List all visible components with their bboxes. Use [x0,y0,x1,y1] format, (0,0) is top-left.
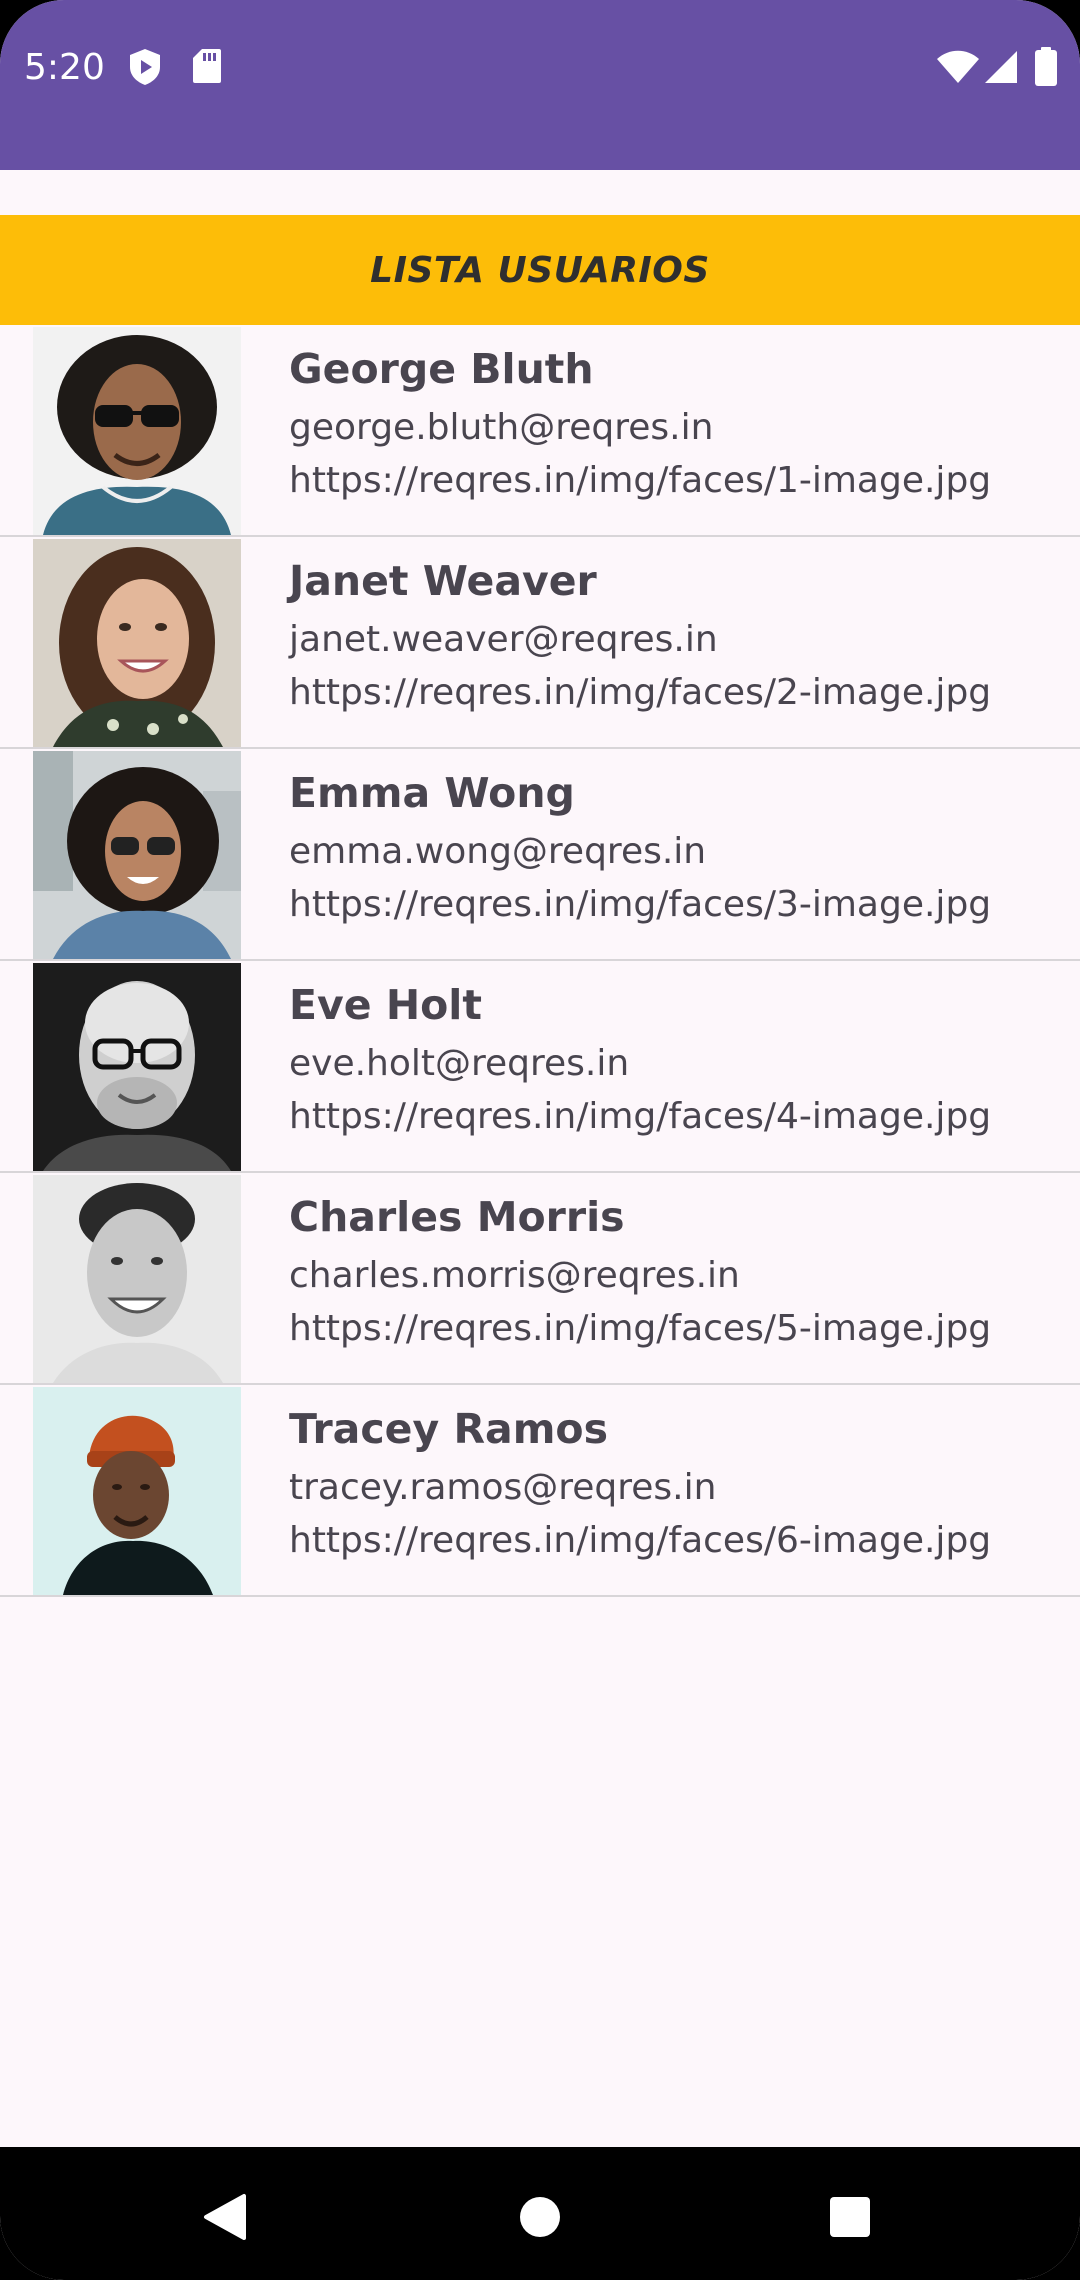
recents-icon[interactable] [810,2177,890,2257]
user-avatar-url: https://reqres.in/img/faces/4-image.jpg [289,1096,992,1137]
battery-icon [1034,47,1058,87]
back-icon[interactable] [185,2177,265,2257]
navigation-bar [0,2147,1080,2280]
user-avatar-url: https://reqres.in/img/faces/6-image.jpg [289,1520,992,1561]
app-screen: 5:20 LISTA USUARIOS George Bluth george.… [0,0,1080,2280]
user-name: Charles Morris [289,1193,625,1241]
user-name: Tracey Ramos [289,1405,608,1453]
user-avatar-url: https://reqres.in/img/faces/1-image.jpg [289,460,992,501]
list-title: LISTA USUARIOS [370,249,710,291]
user-avatar [33,1387,241,1595]
user-email: charles.morris@reqres.in [289,1255,740,1296]
user-name: George Bluth [289,345,594,393]
user-avatar [33,751,241,959]
user-name: Emma Wong [289,769,575,817]
user-name: Eve Holt [289,981,482,1029]
cell-signal-icon [984,50,1018,84]
user-list-item[interactable]: George Bluth george.bluth@reqres.in http… [0,325,1080,537]
user-avatar-url: https://reqres.in/img/faces/3-image.jpg [289,884,992,925]
wifi-icon [936,50,980,84]
user-email: tracey.ramos@reqres.in [289,1467,717,1508]
home-icon[interactable] [500,2177,580,2257]
user-email: george.bluth@reqres.in [289,407,714,448]
user-email: janet.weaver@reqres.in [289,619,718,660]
user-avatar-url: https://reqres.in/img/faces/2-image.jpg [289,672,992,713]
user-avatar-url: https://reqres.in/img/faces/5-image.jpg [289,1308,992,1349]
shield-play-icon [128,48,162,86]
user-list-item[interactable]: Tracey Ramos tracey.ramos@reqres.in http… [0,1385,1080,1597]
user-email: emma.wong@reqres.in [289,831,707,872]
user-list-item[interactable]: Charles Morris charles.morris@reqres.in … [0,1173,1080,1385]
user-list-item[interactable]: Emma Wong emma.wong@reqres.in https://re… [0,749,1080,961]
user-avatar [33,963,241,1171]
user-avatar [33,327,241,535]
status-time: 5:20 [24,47,105,88]
user-list-item[interactable]: Janet Weaver janet.weaver@reqres.in http… [0,537,1080,749]
user-avatar [33,539,241,747]
list-header-banner: LISTA USUARIOS [0,215,1080,325]
user-email: eve.holt@reqres.in [289,1043,630,1084]
user-list-item[interactable]: Eve Holt eve.holt@reqres.in https://reqr… [0,961,1080,1173]
user-name: Janet Weaver [289,557,597,605]
sd-card-icon [192,48,222,84]
user-list[interactable]: George Bluth george.bluth@reqres.in http… [0,325,1080,1597]
user-avatar [33,1175,241,1383]
status-bar: 5:20 [0,0,1080,170]
